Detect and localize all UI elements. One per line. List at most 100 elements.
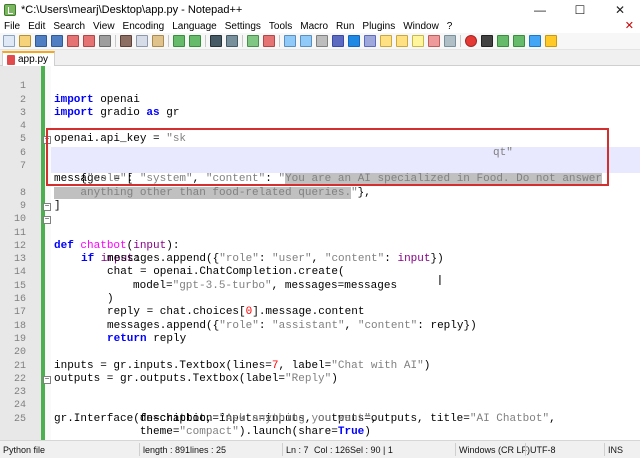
code-line-18: 18 return reply: [0, 306, 640, 345]
save-icon[interactable]: [35, 35, 47, 47]
toolbar-divider: [205, 35, 206, 47]
status-divider: [282, 443, 283, 456]
menu-macro[interactable]: Macro: [300, 21, 328, 32]
code-line-25: 25 theme="compact").launch(share=True): [0, 399, 640, 438]
code-editor[interactable]: 1 import openai 2 import gradio as gr 3 …: [0, 66, 640, 440]
menu-window[interactable]: Window: [403, 21, 439, 32]
code-line-16: 16 reply = chat.choices[0].message.conte…: [0, 280, 640, 318]
eye-icon[interactable]: [444, 35, 456, 47]
cut-icon[interactable]: [120, 35, 132, 47]
show-all-chars-icon[interactable]: [332, 35, 344, 47]
tab-label: app.py: [18, 54, 49, 65]
toolbar: [0, 33, 640, 50]
udl-icon[interactable]: [364, 35, 376, 47]
menu-bar: File Edit Search View Encoding Language …: [0, 19, 640, 33]
redo-icon[interactable]: [189, 35, 201, 47]
code-line-11: 11 − if input:: [0, 213, 640, 265]
status-divider: [455, 443, 456, 456]
maximize-button[interactable]: ☐: [560, 0, 600, 19]
open-file-icon[interactable]: [19, 35, 31, 47]
undo-icon[interactable]: [173, 35, 185, 47]
code-line-22: 22: [0, 360, 640, 385]
notepadpp-app-icon: [4, 3, 16, 16]
indent-guide-icon[interactable]: [348, 35, 360, 47]
code-line-1: 1 import openai: [0, 67, 640, 105]
zoom-in-icon[interactable]: [247, 35, 259, 47]
find-icon[interactable]: [210, 35, 222, 47]
menu-search[interactable]: Search: [53, 21, 85, 32]
code-line-17: 17 messages.append({"role": "assistant",…: [0, 293, 640, 331]
close-all-icon[interactable]: [83, 35, 95, 47]
status-divider: [525, 443, 526, 456]
status-divider: [604, 443, 605, 456]
close-file-icon[interactable]: [67, 35, 79, 47]
monitoring-icon[interactable]: [428, 35, 440, 47]
tab-bar: app.py: [0, 50, 640, 66]
menu-help[interactable]: ?: [447, 21, 453, 32]
menu-tools[interactable]: Tools: [269, 21, 292, 32]
replace-icon[interactable]: [226, 35, 238, 47]
code-line-9: 9: [0, 187, 640, 212]
toolbar-divider: [460, 35, 461, 47]
code-line-13: 13 chat = openai.ChatCompletion.create(: [0, 240, 640, 278]
code-line-10: 10 − def chatbot(input):: [0, 200, 640, 251]
fold-toggle-icon[interactable]: −: [43, 216, 51, 225]
word-wrap-icon[interactable]: [316, 35, 328, 47]
code-line-14: 14 model="gpt-3.5-turbo", messages=messa…: [0, 253, 640, 291]
copy-icon[interactable]: [136, 35, 148, 47]
function-list-icon[interactable]: [396, 35, 408, 47]
record-macro-icon[interactable]: [465, 35, 477, 47]
status-language: Python file: [3, 445, 46, 455]
menu-file[interactable]: File: [4, 21, 20, 32]
status-encoding[interactable]: UTF-8: [530, 445, 556, 455]
spell-check-icon[interactable]: [545, 35, 557, 47]
status-sel: Sel : 90 | 1: [350, 445, 393, 455]
sync-vertical-icon[interactable]: [284, 35, 296, 47]
status-col: Col : 126: [314, 445, 351, 455]
code-line-15: 15 ): [0, 266, 640, 305]
new-file-icon[interactable]: [3, 35, 15, 47]
close-document-icon[interactable]: ✕: [625, 19, 634, 32]
status-divider: [139, 443, 140, 456]
code-line-12: 12 messages.append({"role": "user", "con…: [0, 227, 640, 265]
code-line-3: 3: [0, 94, 640, 119]
toolbar-divider: [115, 35, 116, 47]
title-bar: *C:\Users\mearj\Desktop\app.py - Notepad…: [0, 0, 640, 19]
code-line-21: 21 outputs = gr.outputs.Textbox(label="R…: [0, 346, 640, 385]
menu-run[interactable]: Run: [336, 21, 354, 32]
stop-recording-icon[interactable]: [481, 35, 493, 47]
close-button[interactable]: ✕: [600, 0, 640, 19]
menu-view[interactable]: View: [93, 21, 115, 32]
play-macro-icon[interactable]: [497, 35, 509, 47]
paste-icon[interactable]: [152, 35, 164, 47]
menu-edit[interactable]: Edit: [28, 21, 45, 32]
run-macro-multiple-icon[interactable]: [513, 35, 525, 47]
window-title: *C:\Users\mearj\Desktop\app.py - Notepad…: [21, 3, 243, 16]
menu-settings[interactable]: Settings: [225, 21, 261, 32]
menu-language[interactable]: Language: [172, 21, 217, 32]
status-bar: Python file length : 891 lines : 25 Ln :…: [0, 440, 640, 458]
sync-horizontal-icon[interactable]: [300, 35, 312, 47]
code-line-24: 24 description="Ask anything you want",: [0, 386, 640, 424]
toolbar-divider: [168, 35, 169, 47]
save-macro-icon[interactable]: [529, 35, 541, 47]
line-number: 25: [13, 413, 26, 425]
menu-encoding[interactable]: Encoding: [123, 21, 165, 32]
folder-workspace-icon[interactable]: [412, 35, 424, 47]
code-line-20: 20 inputs = gr.inputs.Textbox(lines=7, l…: [0, 333, 640, 371]
fold-toggle-icon[interactable]: −: [43, 202, 51, 211]
menu-plugins[interactable]: Plugins: [362, 21, 395, 32]
save-all-icon[interactable]: [51, 35, 63, 47]
unsaved-file-icon: [7, 54, 15, 65]
tab-app-py[interactable]: app.py: [2, 51, 56, 66]
doc-map-icon[interactable]: [380, 35, 392, 47]
zoom-out-icon[interactable]: [263, 35, 275, 47]
print-icon[interactable]: [99, 35, 111, 47]
minimize-button[interactable]: —: [520, 0, 560, 19]
status-eol[interactable]: Windows (CR LF): [459, 445, 530, 455]
text-cursor-icon: I: [438, 274, 442, 289]
code-line-2: 2 import gradio as gr: [0, 80, 640, 119]
highlight-annotation-box: [46, 128, 609, 186]
fold-toggle-icon[interactable]: −: [43, 375, 51, 384]
status-lines: lines : 25: [190, 445, 227, 455]
